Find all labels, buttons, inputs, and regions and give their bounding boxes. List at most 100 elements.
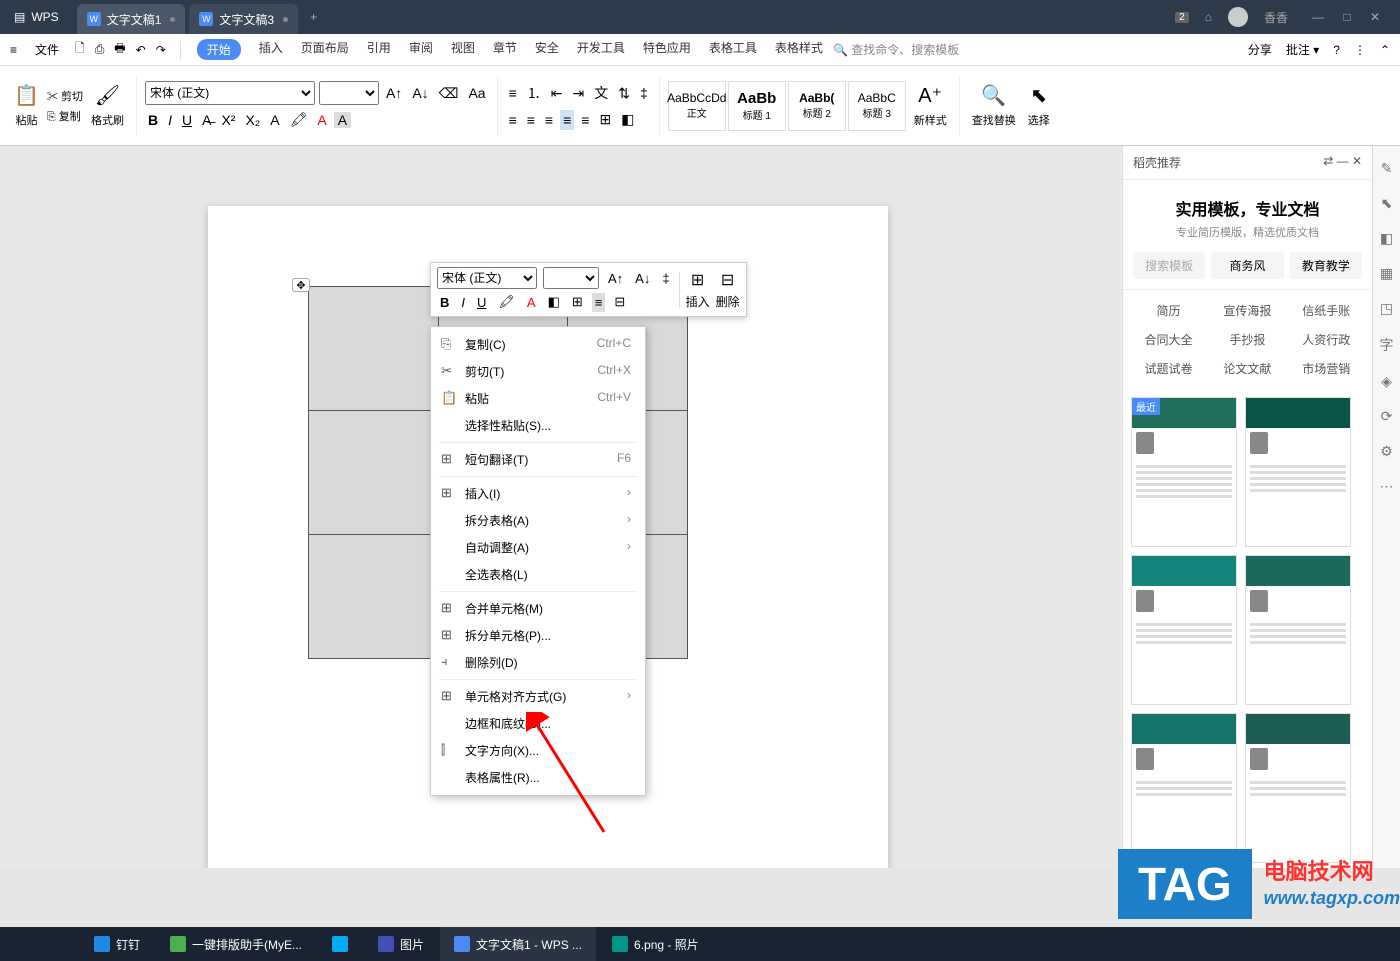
menu-text-direction[interactable]: ⫿文字方向(X)... — [431, 737, 645, 764]
template-item[interactable]: 最近 — [1131, 397, 1237, 547]
undo-icon[interactable]: ↶ — [136, 43, 146, 57]
style-h1[interactable]: AaBb标题 1 — [728, 81, 786, 131]
close-button[interactable]: ✕ — [1362, 10, 1388, 24]
align-right-icon[interactable]: ≡ — [542, 110, 556, 130]
menu-select-table[interactable]: 全选表格(L) — [431, 561, 645, 588]
template-item[interactable] — [1131, 555, 1237, 705]
copy-button[interactable]: ⎘ 复制 — [47, 108, 83, 124]
template-item[interactable] — [1245, 397, 1351, 547]
tab-insert[interactable]: 插入 — [259, 39, 283, 60]
tab-start[interactable]: 开始 — [197, 39, 241, 60]
menu-delete-column[interactable]: ⫞删除列(D) — [431, 649, 645, 676]
tab-view[interactable]: 视图 — [451, 39, 475, 60]
text-effects-icon[interactable]: A — [267, 110, 282, 130]
cat-marketing[interactable]: 市场营销 — [1287, 354, 1366, 383]
comment-button[interactable]: 批注 ▾ — [1286, 41, 1319, 58]
distribute-icon[interactable]: ≡ — [578, 110, 592, 130]
strike-icon[interactable]: A̶ — [199, 110, 214, 130]
new-tab-button[interactable]: + — [298, 10, 329, 24]
tab-search-templates[interactable]: 搜索模板 — [1133, 252, 1205, 279]
menu-table-properties[interactable]: 表格属性(R)... — [431, 764, 645, 791]
mini-align-icon[interactable]: ≡ — [592, 293, 606, 312]
menu-cell-align[interactable]: ⊞单元格对齐方式(G) — [431, 683, 645, 710]
highlight-icon[interactable]: 🖍 — [287, 109, 311, 130]
change-case-icon[interactable]: Aa — [465, 83, 488, 103]
menu-borders-shading[interactable]: 边框和底纹(B)... — [431, 710, 645, 737]
mini-merge-icon[interactable]: ⊟ — [611, 292, 628, 312]
menu-paste[interactable]: 📋粘贴Ctrl+V — [431, 385, 645, 412]
mini-font-size[interactable] — [543, 267, 599, 289]
avatar[interactable] — [1228, 7, 1248, 27]
template-item[interactable] — [1245, 713, 1351, 863]
mini-delete-icon[interactable]: ⊟ — [721, 270, 734, 290]
help-icon[interactable]: ? — [1333, 43, 1340, 57]
menu-insert[interactable]: ⊞插入(I) — [431, 480, 645, 507]
menu-merge-cells[interactable]: ⊞合并单元格(M) — [431, 595, 645, 622]
search-box[interactable]: 🔍 查找命令、搜索模板 — [833, 41, 959, 58]
mini-shrink-font-icon[interactable]: A↓ — [632, 269, 653, 288]
cat-thesis[interactable]: 论文文献 — [1208, 354, 1287, 383]
cat-resume[interactable]: 简历 — [1129, 296, 1208, 325]
more-icon[interactable]: ⋮ — [1354, 43, 1366, 57]
panel-close-icon[interactable]: ⇄ — ✕ — [1323, 154, 1362, 171]
cat-contract[interactable]: 合同大全 — [1129, 325, 1208, 354]
cat-exam[interactable]: 试题试卷 — [1129, 354, 1208, 383]
tab-references[interactable]: 引用 — [367, 39, 391, 60]
mini-insert-icon[interactable]: ⊞ — [691, 270, 704, 290]
bold-icon[interactable]: B — [145, 110, 161, 130]
document-tab-1[interactable]: W 文字文稿1 — [77, 4, 186, 34]
template-item[interactable] — [1131, 713, 1237, 863]
text-direction-icon[interactable]: 文 — [591, 81, 611, 105]
cut-button[interactable]: ✂ 剪切 — [47, 88, 83, 104]
increase-indent-icon[interactable]: ⇥ — [569, 83, 587, 104]
font-name-select[interactable]: 宋体 (正文) — [145, 81, 315, 105]
align-center-icon[interactable]: ≡ — [524, 110, 538, 130]
redo-icon[interactable]: ↷ — [156, 43, 166, 57]
document-canvas[interactable]: ✥ 历史 英语 数学 + — [0, 146, 1096, 868]
clear-format-icon[interactable]: ⌫ — [436, 83, 462, 104]
tab-business[interactable]: 商务风 — [1211, 252, 1283, 279]
save-icon[interactable]: 🗋 — [75, 39, 85, 60]
shading-icon[interactable]: ◧ — [618, 109, 637, 130]
document-tab-2[interactable]: W 文字文稿3 — [189, 4, 298, 34]
superscript-icon[interactable]: X² — [218, 110, 238, 130]
tool-cursor-icon[interactable]: ⬉ — [1381, 195, 1393, 212]
decrease-font-icon[interactable]: A↓ — [409, 83, 431, 103]
menu-split-cells[interactable]: ⊞拆分单元格(P)... — [431, 622, 645, 649]
print-preview-icon[interactable]: ⎙ — [95, 42, 105, 57]
tool-sync-icon[interactable]: ⟳ — [1381, 408, 1393, 425]
tool-text-icon[interactable]: 字 — [1380, 335, 1394, 355]
tab-page-layout[interactable]: 页面布局 — [301, 39, 349, 60]
taskbar-item-dingtalk[interactable]: 钉钉 — [80, 927, 154, 961]
font-color-icon[interactable]: A — [314, 110, 329, 130]
table-cell[interactable] — [309, 411, 439, 535]
align-distribute-icon[interactable]: ⇅ — [615, 83, 633, 104]
tab-table-style[interactable]: 表格样式 — [775, 39, 823, 60]
menu-translate[interactable]: ⊞短句翻译(T)F6 — [431, 446, 645, 473]
bullets-icon[interactable]: ≡ — [506, 83, 520, 103]
select-icon[interactable]: ⬉ — [1030, 83, 1047, 108]
decrease-indent-icon[interactable]: ⇤ — [548, 83, 566, 104]
line-spacing-icon[interactable]: ‡ — [637, 83, 651, 103]
mini-bold-icon[interactable]: B — [437, 293, 452, 312]
app-icon[interactable]: ⌂ — [1205, 10, 1212, 24]
tool-grid-icon[interactable]: ▦ — [1380, 265, 1393, 282]
taskbar-item-photos[interactable]: 6.png - 照片 — [598, 927, 713, 961]
hamburger-icon[interactable]: ≡ — [0, 43, 27, 57]
taskbar-item-bird[interactable] — [318, 927, 362, 961]
tab-devtools[interactable]: 开发工具 — [577, 39, 625, 60]
mini-underline-icon[interactable]: U — [474, 293, 489, 312]
minimize-button[interactable]: — — [1304, 10, 1332, 24]
mini-border-icon[interactable]: ⊞ — [569, 292, 586, 312]
cat-letter[interactable]: 信纸手账 — [1287, 296, 1366, 325]
tab-education[interactable]: 教育教学 — [1290, 252, 1362, 279]
file-menu[interactable]: 文件 — [27, 41, 67, 58]
menu-paste-special[interactable]: 选择性粘贴(S)... — [431, 412, 645, 439]
mini-italic-icon[interactable]: I — [458, 293, 468, 312]
subscript-icon[interactable]: X₂ — [242, 110, 263, 130]
tool-pencil-icon[interactable]: ✎ — [1381, 160, 1393, 177]
align-left-icon[interactable]: ≡ — [506, 110, 520, 130]
mini-shading-icon[interactable]: ◧ — [545, 292, 563, 312]
tab-review[interactable]: 审阅 — [409, 39, 433, 60]
mini-grow-font-icon[interactable]: A↑ — [605, 269, 626, 288]
